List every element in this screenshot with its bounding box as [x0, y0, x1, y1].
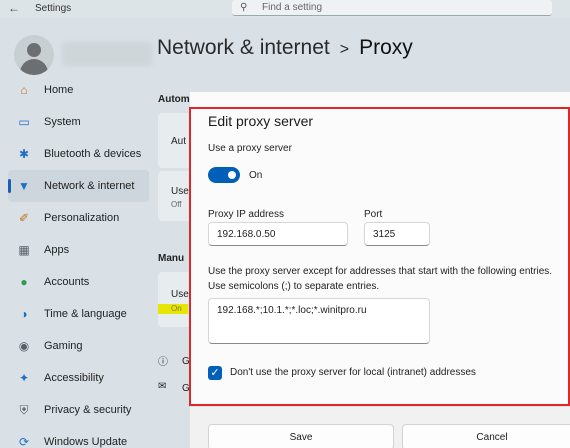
update-icon: ⟳ [18, 435, 30, 448]
sidebar-nav: ⌂ Home ▭ System ✱ Bluetooth & devices ▼ Network… [0, 74, 155, 448]
search-icon: ⚲ [240, 2, 248, 13]
use-proxy-fragment: Use [171, 289, 189, 300]
breadcrumb-separator: > [339, 41, 350, 58]
sidebar-item-label: Bluetooth & devices [44, 148, 142, 160]
page-title: Proxy [359, 36, 413, 59]
exceptions-label-line1: Use the proxy server except for addresse… [208, 266, 553, 277]
sidebar-item-label: Network & internet [44, 180, 135, 192]
apps-icon: ▦ [18, 243, 30, 257]
sidebar-item-time-language[interactable]: ◑ Time & language [0, 298, 155, 330]
sidebar-item-label: Accessibility [44, 372, 104, 384]
cancel-button[interactable]: Cancel [402, 424, 570, 448]
sidebar-item-label: Personalization [44, 212, 120, 224]
ip-input[interactable]: 192.168.0.50 [208, 222, 348, 246]
manual-section-fragment: Manu [158, 253, 185, 264]
network-icon: ▼ [18, 179, 30, 193]
search-placeholder: Find a setting [262, 2, 323, 13]
use-proxy-toggle[interactable] [208, 167, 240, 183]
sidebar-item-apps[interactable]: ▦ Apps [0, 234, 155, 266]
feedback-link-fragment[interactable]: G [182, 383, 190, 394]
accounts-icon: ● [20, 275, 28, 289]
sidebar-item-home[interactable]: ⌂ Home [0, 74, 155, 106]
exceptions-label-line2: Use semicolons (;) to separate entries. [208, 281, 380, 292]
sidebar-item-label: Apps [44, 244, 70, 256]
sidebar-item-label: Gaming [44, 340, 83, 352]
sidebar-item-bluetooth-devices[interactable]: ✱ Bluetooth & devices [0, 138, 155, 170]
ip-label: Proxy IP address [208, 209, 284, 220]
user-name-blurred [62, 42, 152, 66]
title-bar: ← Settings ⚲ Find a setting [0, 0, 570, 18]
shield-icon: ⛨ [19, 403, 29, 417]
on-fragment: On [158, 304, 188, 314]
sidebar-item-label: Home [44, 84, 74, 96]
local-bypass-label: Don't use the proxy server for local (in… [230, 367, 476, 378]
back-arrow-icon[interactable]: ← [8, 1, 20, 15]
search-box[interactable]: ⚲ Find a setting [232, 0, 552, 16]
sidebar-item-accounts[interactable]: ● Accounts [0, 266, 155, 298]
local-bypass-checkbox[interactable]: ✓ [208, 366, 222, 380]
sidebar-item-label: Windows Update [44, 436, 128, 448]
save-button[interactable]: Save [208, 424, 394, 448]
sidebar-item-label: Privacy & security [44, 404, 132, 416]
sidebar-item-network-internet[interactable]: ▼ Network & internet [8, 170, 149, 202]
port-label: Port [364, 209, 383, 220]
breadcrumb-parent[interactable]: Network & internet [157, 36, 330, 59]
sidebar-item-privacy-security[interactable]: ⛨ Privacy & security [0, 394, 155, 426]
off-fragment: Off [171, 200, 182, 209]
sidebar-item-system[interactable]: ▭ System [0, 106, 155, 138]
help-link-fragment[interactable]: G [182, 356, 190, 367]
globe-icon: ◑ [20, 307, 28, 321]
sidebar-item-label: Accounts [44, 276, 90, 288]
brush-icon: ✐ [18, 211, 30, 225]
toggle-state-label: On [249, 170, 263, 181]
use-setup-fragment: Use [171, 186, 189, 197]
sidebar-item-personalization[interactable]: ✐ Personalization [0, 202, 155, 234]
feedback-icon[interactable]: ✉ [158, 381, 166, 392]
auto-card-fragment: Aut [171, 136, 187, 147]
sidebar-item-label: Time & language [44, 308, 127, 320]
sidebar-item-windows-update[interactable]: ⟳ Windows Update [0, 426, 155, 448]
app-title: Settings [35, 3, 72, 14]
port-input[interactable]: 3125 [364, 222, 430, 246]
auto-section-fragment: Autom [158, 94, 190, 105]
dialog-title: Edit proxy server [208, 113, 314, 129]
use-proxy-label: Use a proxy server [208, 143, 292, 154]
help-icon[interactable]: ⓘ [158, 353, 168, 368]
gaming-icon: ◉ [18, 339, 30, 353]
sidebar-item-gaming[interactable]: ◉ Gaming [0, 330, 155, 362]
system-icon: ▭ [18, 115, 30, 129]
avatar[interactable] [14, 35, 54, 75]
sidebar-item-accessibility[interactable]: ✦ Accessibility [0, 362, 155, 394]
breadcrumb: Network & internet > Proxy [157, 36, 413, 60]
exceptions-input[interactable]: 192.168.*;10.1.*;*.loc;*.winitpro.ru [208, 298, 430, 344]
bluetooth-icon: ✱ [18, 147, 30, 161]
accessibility-icon: ✦ [18, 371, 30, 385]
sidebar-item-label: System [44, 116, 81, 128]
home-icon: ⌂ [20, 83, 28, 97]
